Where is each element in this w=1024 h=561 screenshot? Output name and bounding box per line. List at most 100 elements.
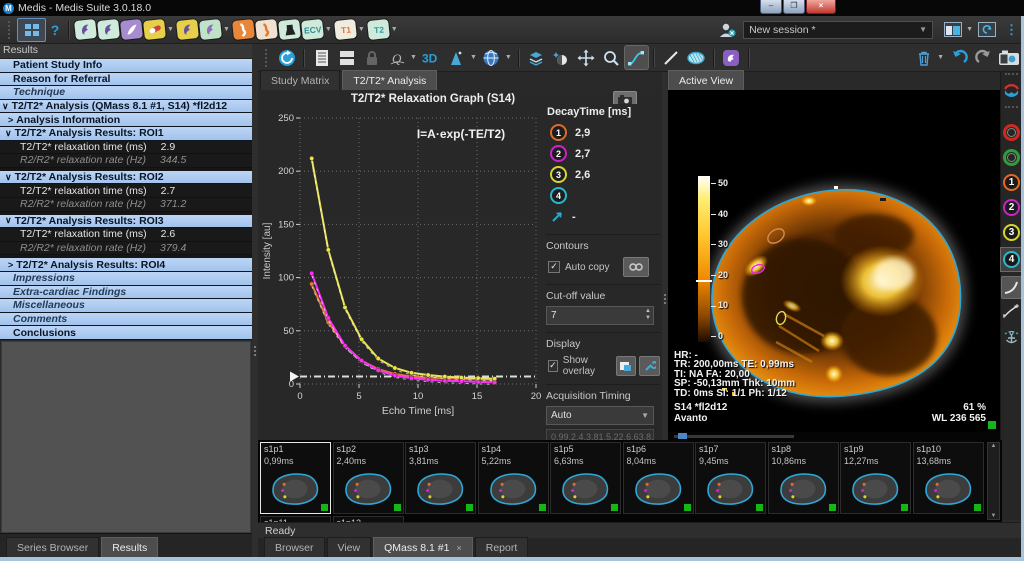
roi-green-button[interactable]: [1001, 149, 1022, 166]
polyline-tool-icon[interactable]: [1001, 302, 1022, 319]
scroll-down-icon[interactable]: ▼: [991, 513, 997, 519]
app-t2-icon[interactable]: T2: [367, 19, 390, 40]
user-session-icon[interactable]: [719, 22, 737, 38]
app-qir-icon[interactable]: [232, 19, 255, 40]
tree-expander-icon[interactable]: ∨: [5, 215, 12, 226]
thumbnail-s1p7[interactable]: s1p79,45ms: [695, 442, 766, 514]
results-row[interactable]: Comments: [0, 313, 252, 327]
thumbnail-s1p6[interactable]: s1p68,04ms: [623, 442, 694, 514]
roi-2-button[interactable]: 2: [1001, 199, 1022, 216]
tab-qmass-8-1-1[interactable]: QMass 8.1 #1×: [373, 537, 473, 557]
decaytime-global-row[interactable]: -: [546, 206, 660, 227]
magnifier-icon[interactable]: [600, 46, 623, 69]
qmass-app-icon[interactable]: [720, 46, 743, 69]
chevron-down-icon[interactable]: ▼: [966, 26, 973, 33]
app-qct-icon[interactable]: [255, 19, 278, 40]
tree-expander-icon[interactable]: >: [8, 260, 13, 270]
results-row[interactable]: T2/T2* relaxation time (ms)2.9: [0, 141, 252, 155]
chevron-down-icon[interactable]: ▼: [391, 26, 398, 33]
tree-expander-icon[interactable]: ∨: [5, 172, 12, 183]
results-row[interactable]: Extra-cardiac Findings: [0, 286, 252, 300]
tab-view[interactable]: View: [327, 537, 372, 557]
more-options-kebab[interactable]: ⋮: [1005, 22, 1018, 38]
help-button[interactable]: ?: [46, 22, 64, 38]
epi-endo-tool-icon[interactable]: [1001, 80, 1022, 100]
maximize-button[interactable]: ❐: [783, 0, 805, 14]
roi-1-button[interactable]: 1: [1001, 174, 1022, 191]
auto-copy-checkbox[interactable]: ✓: [548, 261, 560, 273]
redo-icon[interactable]: [972, 46, 995, 69]
decaytime-row[interactable]: 12,9: [546, 122, 660, 143]
contour-tool-icon[interactable]: [685, 46, 708, 69]
tree-expander-icon[interactable]: ∨: [2, 101, 9, 112]
results-row[interactable]: >Analysis Information: [0, 113, 252, 127]
app-q3mr-icon[interactable]: [199, 19, 222, 40]
cone-icon[interactable]: [445, 46, 468, 69]
minimize-button[interactable]: –: [760, 0, 782, 14]
title-bar[interactable]: M Medis - Medis Suite 3.0.18.0 –❐×: [0, 0, 1024, 17]
tree-expander-icon[interactable]: ∨: [5, 128, 12, 139]
results-row[interactable]: R2/R2* relaxation rate (Hz)371.2: [0, 198, 252, 212]
report-icon[interactable]: [310, 46, 333, 69]
thumbnail-s1p8[interactable]: s1p810,86ms: [768, 442, 839, 514]
results-row[interactable]: Technique: [0, 86, 252, 100]
close-button[interactable]: ×: [806, 0, 836, 14]
layout-grid-button[interactable]: [17, 18, 46, 42]
slider-track[interactable]: [674, 435, 794, 438]
results-row[interactable]: Conclusions: [0, 326, 252, 340]
thumbnail-s1p10[interactable]: s1p1013,68ms: [913, 442, 984, 514]
app-qangio-icon[interactable]: [143, 19, 166, 40]
app-qstrain-icon[interactable]: [120, 19, 143, 40]
tab-browser[interactable]: Browser: [264, 537, 325, 557]
roi-3-button[interactable]: 3: [1001, 224, 1022, 241]
spinner-arrows[interactable]: ▲▼: [645, 308, 651, 322]
results-row[interactable]: Impressions: [0, 272, 252, 286]
film-strip-icon[interactable]: [335, 46, 358, 69]
overlay-options-button[interactable]: [616, 356, 637, 376]
app-qmass-icon[interactable]: [74, 19, 97, 40]
thumbnail-s1p4[interactable]: s1p45,22ms: [478, 442, 549, 514]
globe-icon[interactable]: [480, 46, 503, 69]
results-row[interactable]: ∨T2/T2* Analysis Results: ROI1: [0, 127, 252, 141]
q-menu-icon[interactable]: Q: [385, 46, 408, 69]
app-qflow-icon[interactable]: [97, 19, 120, 40]
results-row[interactable]: ∨T2/T2* Analysis Results: ROI2: [0, 171, 252, 185]
results-row[interactable]: T2/T2* relaxation time (ms)2.7: [0, 184, 252, 198]
pan-icon[interactable]: [575, 46, 598, 69]
phase-slider[interactable]: [668, 432, 1000, 440]
results-row[interactable]: R2/R2* relaxation rate (Hz)344.5: [0, 154, 252, 168]
results-row[interactable]: ∨T2/T2* Analysis Results: ROI3: [0, 215, 252, 229]
cutoff-spinbox[interactable]: 7 ▲▼: [546, 306, 654, 325]
acquisition-mode-combobox[interactable]: Auto ▼: [546, 406, 654, 425]
tab-results[interactable]: Results: [101, 537, 158, 557]
chevron-down-icon[interactable]: ▼: [505, 54, 512, 61]
tab-t2-t2-analysis[interactable]: T2/T2* Analysis: [342, 70, 437, 90]
undo-icon[interactable]: [947, 46, 970, 69]
results-row[interactable]: T2/T2* relaxation time (ms)2.6: [0, 228, 252, 242]
results-row[interactable]: Patient Study Info: [0, 59, 252, 73]
scroll-up-icon[interactable]: ▲: [991, 443, 997, 449]
toolbar-grip[interactable]: [8, 21, 13, 39]
colorbar-marker[interactable]: [696, 280, 712, 282]
chevron-down-icon[interactable]: ▼: [410, 54, 417, 61]
active-viewport[interactable]: 50403020100 HR: -TR: 200,00ms TE: 0,99ms…: [668, 90, 1000, 432]
results-row[interactable]: >T2/T2* Analysis Results: ROI4: [0, 258, 252, 272]
tab-study-matrix[interactable]: Study Matrix: [260, 70, 340, 90]
show-overlay-checkbox[interactable]: ✓: [548, 360, 558, 372]
results-row[interactable]: Reason for Referral: [0, 73, 252, 87]
roi-4-button[interactable]: 4: [1001, 248, 1022, 271]
overlay-settings-button[interactable]: [639, 356, 660, 376]
anchor-tool-icon[interactable]: [1001, 328, 1022, 346]
decaytime-row[interactable]: 4: [546, 185, 660, 206]
tab-active-view[interactable]: Active View: [668, 70, 744, 90]
tab-report[interactable]: Report: [475, 537, 529, 557]
trash-icon[interactable]: [912, 46, 935, 69]
slider-handle[interactable]: [678, 433, 687, 439]
arc-tool-icon[interactable]: [1001, 276, 1022, 299]
chevron-down-icon[interactable]: ▼: [358, 26, 365, 33]
tree-expander-icon[interactable]: >: [8, 115, 13, 125]
decaytime-row[interactable]: 22,7: [546, 143, 660, 164]
app-ecv-icon[interactable]: ECV: [301, 19, 324, 40]
curve-fit-icon[interactable]: [625, 46, 648, 69]
thumbnail-s1p5[interactable]: s1p56,63ms: [550, 442, 621, 514]
